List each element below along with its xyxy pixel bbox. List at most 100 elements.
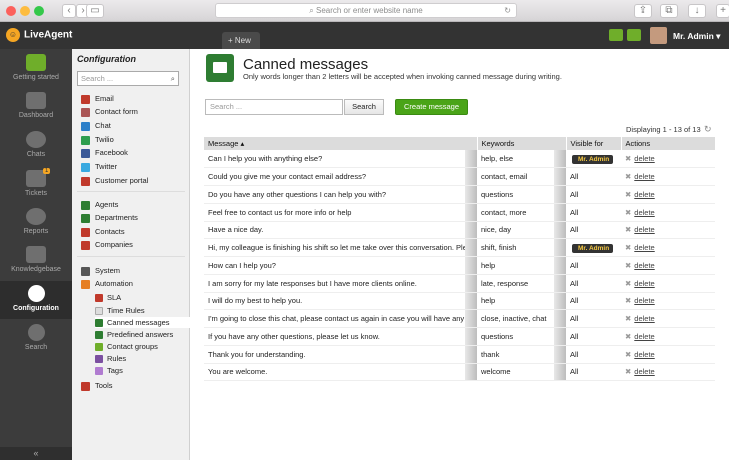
table-row[interactable]: If you have any other questions, please … xyxy=(204,327,715,346)
config-item-companies[interactable]: Companies xyxy=(81,239,133,250)
reload-icon[interactable]: ↻ xyxy=(504,4,511,17)
delete-link[interactable]: delete xyxy=(634,172,654,181)
message-cell[interactable]: I will do my best to help you. xyxy=(204,292,477,311)
message-cell[interactable]: Hi, my colleague is finishing his shift … xyxy=(204,238,477,257)
config-item-sla[interactable]: SLA xyxy=(95,292,121,303)
message-search-input[interactable]: Search ... xyxy=(205,99,343,115)
message-cell[interactable]: Have a nice day. xyxy=(204,221,477,240)
table-row[interactable]: Could you give me your contact email add… xyxy=(204,167,715,186)
collapse-nav-button[interactable]: « xyxy=(0,447,72,460)
delete-link[interactable]: delete xyxy=(634,243,654,252)
minimize-window-dot[interactable] xyxy=(20,6,30,16)
delete-link[interactable]: delete xyxy=(634,261,654,270)
delete-icon[interactable]: ✖ xyxy=(625,332,631,341)
message-cell[interactable]: You are welcome. xyxy=(204,363,477,382)
config-item-contacts[interactable]: Contacts xyxy=(81,226,125,237)
create-message-button[interactable]: Create message xyxy=(395,99,468,115)
share-icon[interactable]: ⇪ xyxy=(634,4,652,18)
search-icon[interactable]: ⌕ xyxy=(171,72,175,85)
delete-icon[interactable]: ✖ xyxy=(625,261,631,270)
config-item-predefined-answers[interactable]: Predefined answers xyxy=(95,329,173,340)
delete-link[interactable]: delete xyxy=(634,208,654,217)
config-item-system[interactable]: System xyxy=(81,265,120,276)
delete-link[interactable]: delete xyxy=(634,332,654,341)
config-item-tags[interactable]: Tags xyxy=(95,365,123,376)
nav-getting-started[interactable]: Getting started xyxy=(0,54,72,84)
table-row[interactable]: Have a nice day. nice, day All ✖ delete xyxy=(204,221,715,240)
delete-icon[interactable]: ✖ xyxy=(625,208,631,217)
refresh-icon[interactable]: ↻ xyxy=(704,124,712,135)
column-header-visible-for[interactable]: Visible for xyxy=(566,137,622,150)
message-cell[interactable]: If you have any other questions, please … xyxy=(204,327,477,346)
table-row[interactable]: I will do my best to help you. help All ✖ de… xyxy=(204,292,715,311)
new-tab-icon[interactable]: + xyxy=(716,4,729,18)
delete-icon[interactable]: ✖ xyxy=(625,190,631,199)
nav-dashboard[interactable]: Dashboard xyxy=(0,92,72,122)
message-cell[interactable]: Thank you for understanding. xyxy=(204,345,477,364)
config-search-input[interactable]: Search ... ⌕ xyxy=(77,71,179,86)
config-item-twitter[interactable]: Twitter xyxy=(81,161,117,172)
delete-link[interactable]: delete xyxy=(634,350,654,359)
new-tab-button[interactable]: + New xyxy=(222,32,260,49)
config-item-chat[interactable]: Chat xyxy=(81,120,111,131)
email-notification-icon[interactable] xyxy=(609,29,623,41)
delete-icon[interactable]: ✖ xyxy=(625,296,631,305)
config-item-departments[interactable]: Departments xyxy=(81,212,138,223)
config-item-contact-form[interactable]: Contact form xyxy=(81,106,138,117)
message-cell[interactable]: Could you give me your contact email add… xyxy=(204,167,477,186)
config-item-automation[interactable]: Automation xyxy=(81,278,133,289)
message-cell[interactable]: I am sorry for my late responses but I h… xyxy=(204,274,477,293)
user-menu[interactable]: Mr. Admin ▾ xyxy=(673,31,720,42)
config-item-facebook[interactable]: Facebook xyxy=(81,147,128,158)
zoom-window-dot[interactable] xyxy=(34,6,44,16)
delete-link[interactable]: delete xyxy=(634,154,654,163)
nav-tickets[interactable]: Tickets 1 xyxy=(0,168,72,200)
message-cell[interactable]: How can I help you? xyxy=(204,256,477,275)
message-cell[interactable]: Do you have any other questions I can he… xyxy=(204,185,477,204)
delete-link[interactable]: delete xyxy=(634,279,654,288)
delete-link[interactable]: delete xyxy=(634,314,654,323)
table-row[interactable]: Thank you for understanding. thank All ✖ del… xyxy=(204,345,715,364)
delete-icon[interactable]: ✖ xyxy=(625,243,631,252)
config-item-email[interactable]: Email xyxy=(81,93,114,104)
address-bar[interactable]: ⌕ Search or enter website name ↻ xyxy=(215,3,517,18)
nav-knowledgebase[interactable]: Knowledgebase xyxy=(0,246,72,276)
column-header-message[interactable]: Message ▴ xyxy=(204,137,478,150)
config-item-canned-messages[interactable]: Canned messages xyxy=(95,317,190,328)
table-row[interactable]: Can I help you with anything else? help, … xyxy=(204,150,715,169)
message-cell[interactable]: Feel free to contact us for more info or… xyxy=(204,203,477,222)
config-item-time-rules[interactable]: Time Rules xyxy=(95,305,145,316)
search-button[interactable]: Search xyxy=(344,99,384,115)
table-row[interactable]: I am sorry for my late responses but I h… xyxy=(204,274,715,293)
delete-icon[interactable]: ✖ xyxy=(625,172,631,181)
config-item-customer-portal[interactable]: Customer portal xyxy=(81,175,148,186)
delete-link[interactable]: delete xyxy=(634,190,654,199)
config-item-agents[interactable]: Agents xyxy=(81,199,118,210)
config-item-contact-groups[interactable]: Contact groups xyxy=(95,341,158,352)
nav-search[interactable]: Search xyxy=(0,324,72,354)
delete-icon[interactable]: ✖ xyxy=(625,367,631,376)
chat-notification-icon[interactable] xyxy=(627,29,641,41)
nav-configuration[interactable]: Configuration xyxy=(0,281,72,319)
message-cell[interactable]: I'm going to close this chat, please con… xyxy=(204,309,477,328)
tabs-icon[interactable]: ⧉ xyxy=(660,4,678,18)
table-row[interactable]: You are welcome. welcome All ✖ delete xyxy=(204,363,715,382)
nav-reports[interactable]: Reports xyxy=(0,208,72,238)
config-item-rules[interactable]: Rules xyxy=(95,353,126,364)
download-icon[interactable]: ↓ xyxy=(688,4,706,18)
delete-icon[interactable]: ✖ xyxy=(625,314,631,323)
column-header-keywords[interactable]: Keywords xyxy=(477,137,567,150)
table-row[interactable]: How can I help you? help All ✖ delete xyxy=(204,256,715,275)
close-window-dot[interactable] xyxy=(6,6,16,16)
delete-link[interactable]: delete xyxy=(634,367,654,376)
avatar[interactable] xyxy=(650,27,667,44)
sidebar-toggle-icon[interactable]: ▭ xyxy=(86,4,104,18)
delete-icon[interactable]: ✖ xyxy=(625,154,631,163)
message-cell[interactable]: Can I help you with anything else? xyxy=(204,150,477,169)
delete-link[interactable]: delete xyxy=(634,296,654,305)
config-item-tools[interactable]: Tools xyxy=(81,380,113,391)
nav-chats[interactable]: Chats xyxy=(0,131,72,161)
table-row[interactable]: I'm going to close this chat, please con… xyxy=(204,309,715,328)
delete-icon[interactable]: ✖ xyxy=(625,350,631,359)
table-row[interactable]: Do you have any other questions I can he… xyxy=(204,185,715,204)
